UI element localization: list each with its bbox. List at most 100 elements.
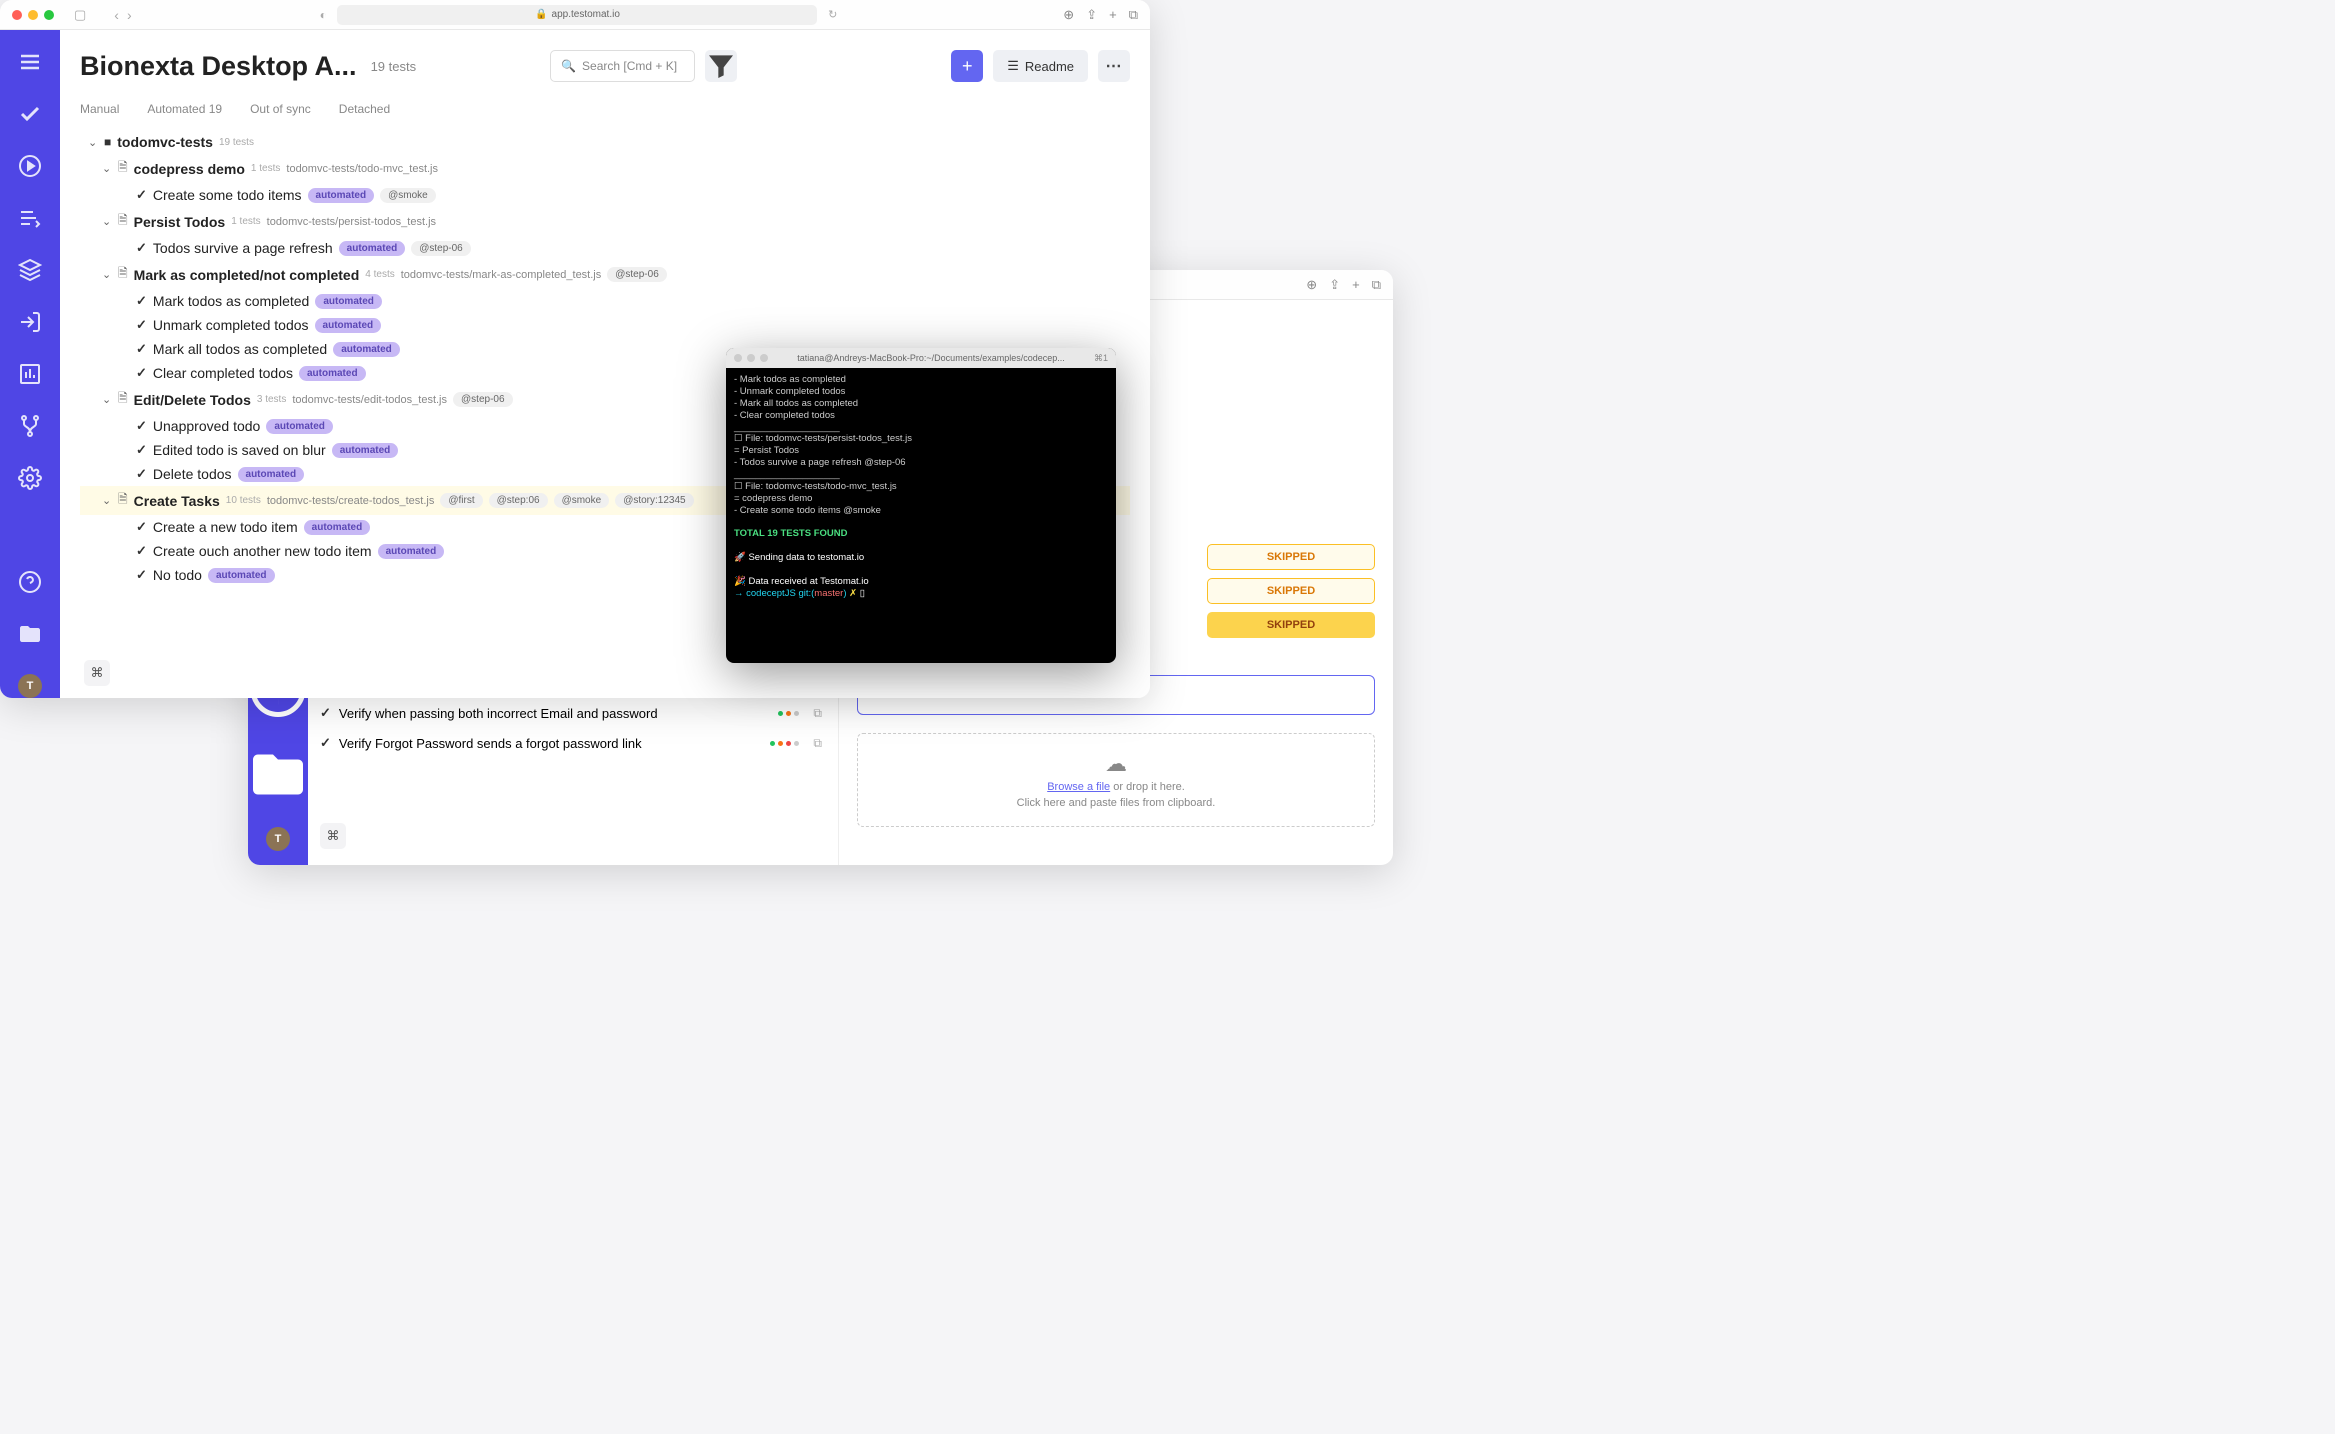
check-icon: ✓ [136,519,147,535]
suite-row[interactable]: ⌄🗎 Mark as completed/not completed 4 tes… [80,260,1130,289]
suite-row[interactable]: ⌄🗎 Persist Todos 1 tests todomvc-tests/p… [80,207,1130,236]
test-row[interactable]: ✓ Verify when passing both incorrect Ema… [318,698,828,728]
download-icon[interactable]: ⊕ [1063,7,1074,23]
more-button[interactable]: ⋯ [1098,50,1130,82]
page-title: Bionexta Desktop A... [80,51,357,82]
add-button[interactable]: + [951,50,983,82]
check-icon: ✓ [136,293,147,309]
skipped-button-active[interactable]: SKIPPED [1207,612,1375,638]
tabs-icon[interactable]: ⧉ [1372,277,1381,293]
sidebar-toggle-icon[interactable]: ▢ [74,7,86,23]
browse-link[interactable]: Browse a file [1047,781,1110,793]
branch-icon[interactable] [18,414,42,438]
avatar[interactable]: T [18,674,42,698]
file-icon: 🗎 [118,264,128,285]
check-icon: ✓ [320,705,331,721]
tab-manual[interactable]: Manual [80,102,119,116]
check-icon: ✓ [136,240,147,256]
folder-icon[interactable] [18,622,42,646]
traffic-lights [12,10,54,20]
download-icon[interactable]: ⊕ [1306,277,1317,293]
page-header: Bionexta Desktop A... 19 tests 🔍 Search … [80,50,1130,82]
cmd-shortcut-badge[interactable]: ⌘ [84,660,110,686]
terminal-body[interactable]: - Mark todos as completed - Unmark compl… [726,368,1116,606]
check-icon: ✓ [136,365,147,381]
folder-row[interactable]: ⌄■ todomvc-tests 19 tests [80,130,1130,154]
check-icon: ✓ [136,187,147,203]
check-icon: ✓ [136,418,147,434]
tabs-icon[interactable]: ⧉ [1129,7,1138,23]
terminal-header: tatiana@Andreys-MacBook-Pro:~/Documents/… [726,348,1116,368]
browser-bar: ▢ ‹ › ◐ 🔒 app.testomat.io ↻ ⊕ ⇪ + ⧉ [0,0,1150,30]
chevron-down-icon: ⌄ [102,494,112,507]
file-icon: 🗎 [118,490,128,511]
avatar-2[interactable]: T [266,827,290,851]
browser-icons: ⊕ ⇪ + ⧉ [1063,7,1138,23]
clone-icon[interactable]: ⧉ [813,706,822,721]
check-icon: ✓ [320,735,331,751]
url-field[interactable]: 🔒 app.testomat.io [337,5,817,25]
check-icon: ✓ [136,543,147,559]
share-icon[interactable]: ⇪ [1329,277,1340,293]
suite-row[interactable]: ⌄🗎 codepress demo 1 tests todomvc-tests/… [80,154,1130,183]
chevron-down-icon: ⌄ [88,136,98,149]
test-count: 19 tests [371,59,417,74]
maximize-dot[interactable] [44,10,54,20]
chevron-down-icon: ⌄ [102,215,112,228]
close-dot[interactable] [12,10,22,20]
file-icon: 🗎 [118,158,128,179]
analytics-icon[interactable] [18,362,42,386]
forward-icon[interactable]: › [127,7,132,23]
file-dropzone[interactable]: ☁ Browse a file or drop it here. Click h… [857,733,1375,827]
tab-detached[interactable]: Detached [339,102,390,116]
file-icon: 🗎 [118,389,128,410]
reload-icon[interactable]: ↻ [828,8,837,21]
check-icon: ✓ [136,567,147,583]
status-dots [770,741,799,746]
test-row[interactable]: ✓ Todos survive a page refresh automated… [80,236,1130,260]
test-row[interactable]: ✓ Create some todo items automated @smok… [80,183,1130,207]
folder-icon[interactable] [248,742,308,807]
check-icon: ✓ [136,341,147,357]
status-dots [778,711,799,716]
cloud-upload-icon: ☁ [1105,751,1127,777]
back-icon[interactable]: ‹ [114,7,119,23]
test-name: Verify when passing both incorrect Email… [339,706,658,721]
layers-icon[interactable] [18,258,42,282]
test-name: Verify Forgot Password sends a forgot pa… [339,736,642,751]
file-icon: 🗎 [118,211,128,232]
gear-icon[interactable] [18,466,42,490]
filter-button[interactable] [705,50,737,82]
check-icon[interactable] [18,102,42,126]
chevron-down-icon: ⌄ [102,393,112,406]
import-icon[interactable] [18,310,42,334]
lock-icon: 🔒 [535,9,547,20]
tab-automated[interactable]: Automated 19 [147,102,222,116]
plan-icon[interactable] [18,206,42,230]
filter-tabs: Manual Automated 19 Out of sync Detached [80,102,1130,116]
minimize-dot[interactable] [28,10,38,20]
help-icon[interactable] [18,570,42,594]
test-row[interactable]: ✓ Mark todos as completed automated [80,289,1130,313]
shield-icon[interactable]: ◐ [320,8,327,22]
check-icon: ✓ [136,317,147,333]
cmd-shortcut-badge[interactable]: ⌘ [320,823,346,849]
new-tab-icon[interactable]: + [1109,7,1117,23]
test-row[interactable]: ✓ Unmark completed todos automated [80,313,1130,337]
browser-icons-2: ⊕ ⇪ + ⧉ [1306,277,1381,293]
test-row[interactable]: ✓ Verify Forgot Password sends a forgot … [318,728,828,758]
doc-icon: ☰ [1007,58,1019,74]
search-icon: 🔍 [561,59,576,73]
share-icon[interactable]: ⇪ [1086,7,1097,23]
tab-out-of-sync[interactable]: Out of sync [250,102,311,116]
play-icon[interactable] [18,154,42,178]
check-icon: ✓ [136,466,147,482]
new-tab-icon[interactable]: + [1352,277,1360,293]
nav-arrows: ‹ › [114,7,131,23]
readme-button[interactable]: ☰ Readme [993,50,1088,82]
search-input[interactable]: 🔍 Search [Cmd + K] [550,50,695,82]
terminal-title: tatiana@Andreys-MacBook-Pro:~/Documents/… [774,353,1088,363]
clone-icon[interactable]: ⧉ [813,736,822,751]
menu-icon[interactable] [18,50,42,74]
check-icon: ✓ [136,442,147,458]
